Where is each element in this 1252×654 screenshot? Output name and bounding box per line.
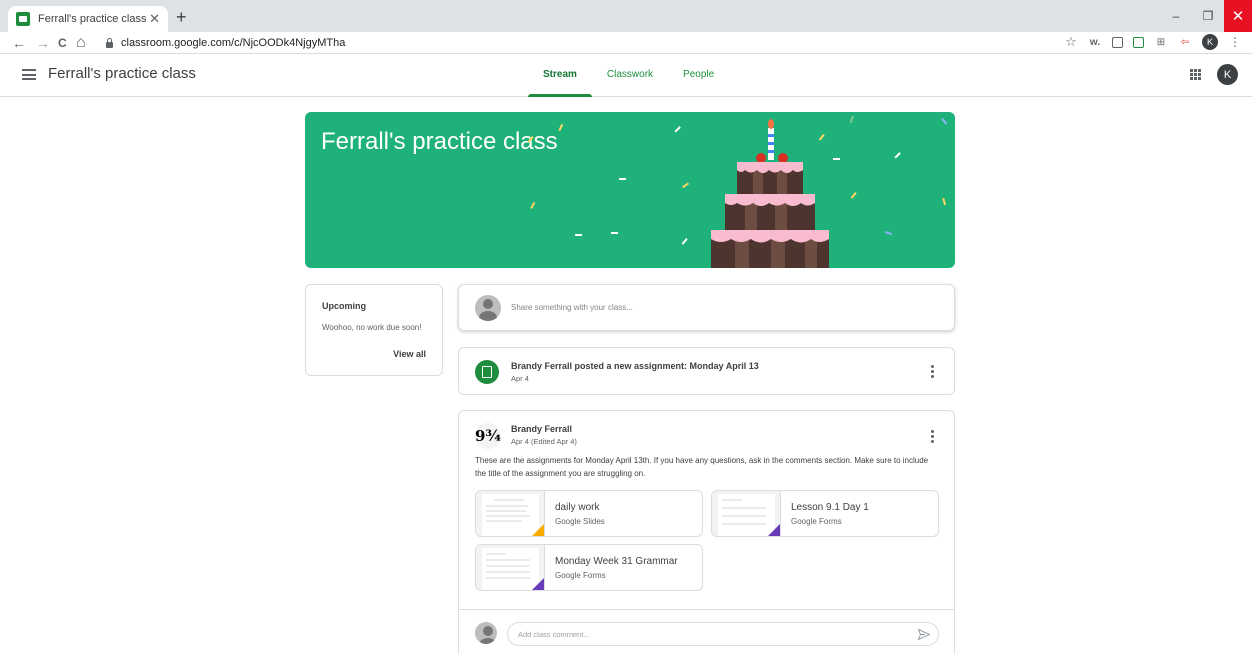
more-options-icon[interactable] — [931, 365, 934, 380]
user-avatar — [475, 295, 501, 321]
assignment-date: Apr 4 — [511, 374, 529, 383]
send-icon[interactable] — [918, 629, 930, 640]
extension-green-icon[interactable] — [1133, 36, 1144, 48]
post-more-options-icon[interactable] — [931, 430, 934, 445]
assignment-title[interactable]: Brandy Ferrall posted a new assignment: … — [511, 361, 759, 371]
browser-toolbar: ← → C ⌂ classroom.google.com/c/NjcOODk4N… — [0, 32, 1252, 54]
browser-tab[interactable]: Ferrall's practice class ✕ — [8, 6, 168, 32]
attachment-title[interactable]: Monday Week 31 Grammar — [555, 556, 678, 567]
slides-corner-icon — [532, 524, 544, 536]
forms-corner-icon — [768, 524, 780, 536]
extension-grid-icon[interactable]: ⊞ — [1154, 37, 1168, 48]
author-avatar: 9¾ — [475, 423, 501, 449]
attachment-type: Google Slides — [555, 517, 605, 526]
share-placeholder[interactable]: Share something with your class... — [511, 303, 633, 312]
address-bar[interactable]: classroom.google.com/c/NjcOODk4NjgyMTha — [98, 34, 1066, 52]
attachment-type: Google Forms — [791, 517, 842, 526]
tab-people[interactable]: People — [668, 55, 729, 97]
comment-placeholder: Add class comment... — [518, 630, 590, 639]
google-apps-icon[interactable] — [1190, 69, 1201, 80]
upcoming-message: Woohoo, no work due soon! — [322, 323, 422, 332]
extension-arrow-icon[interactable]: ⇦ — [1178, 37, 1192, 48]
main-menu-icon[interactable] — [22, 69, 36, 80]
slides-thumbnail — [476, 491, 545, 536]
url-text: classroom.google.com/c/NjcOODk4NjgyMTha — [121, 37, 346, 49]
classroom-favicon-icon — [16, 12, 30, 26]
assignment-icon — [475, 360, 499, 384]
attachment-card[interactable]: daily work Google Slides — [475, 490, 703, 537]
announcement-post: 9¾ Brandy Ferrall Apr 4 (Edited Apr 4) T… — [458, 410, 955, 654]
account-avatar[interactable]: K — [1217, 64, 1238, 85]
class-tabs: Stream Classwork People — [528, 55, 729, 97]
forms-thumbnail — [476, 545, 545, 590]
birthday-cake-illustration — [527, 115, 948, 268]
close-window-button[interactable]: ✕ — [1224, 0, 1252, 32]
tab-stream[interactable]: Stream — [528, 55, 592, 97]
back-button[interactable]: ← — [12, 34, 26, 52]
view-all-link[interactable]: View all — [393, 349, 426, 359]
lock-icon — [106, 37, 113, 48]
new-tab-button[interactable]: + — [176, 8, 187, 26]
home-button[interactable]: ⌂ — [76, 34, 86, 52]
upcoming-title: Upcoming — [322, 301, 366, 311]
attachment-title[interactable]: daily work — [555, 502, 599, 513]
forms-corner-icon — [532, 578, 544, 590]
attachment-card[interactable]: Lesson 9.1 Day 1 Google Forms — [711, 490, 939, 537]
share-box[interactable]: Share something with your class... — [458, 284, 955, 331]
tab-close-icon[interactable]: ✕ — [149, 11, 160, 27]
extension-shield-icon[interactable] — [1112, 36, 1123, 48]
window-controls: – ❐ ✕ — [1160, 0, 1252, 32]
restore-button[interactable]: ❐ — [1192, 0, 1224, 32]
class-banner: Ferrall's practice class — [305, 112, 955, 268]
classroom-header: Ferrall's practice class Stream Classwor… — [0, 55, 1252, 97]
tab-classwork[interactable]: Classwork — [592, 55, 668, 97]
post-body: These are the assignments for Monday Apr… — [475, 456, 929, 478]
browser-profile-avatar[interactable]: K — [1202, 34, 1218, 50]
divider — [459, 609, 954, 610]
attachment-card[interactable]: Monday Week 31 Grammar Google Forms — [475, 544, 703, 591]
forward-button[interactable]: → — [36, 34, 50, 52]
attachment-title[interactable]: Lesson 9.1 Day 1 — [791, 502, 869, 513]
extension-w-icon[interactable]: w. — [1088, 37, 1102, 48]
browser-tabstrip: Ferrall's practice class ✕ + – ❐ ✕ — [0, 0, 1252, 32]
attachment-type: Google Forms — [555, 571, 606, 580]
reload-button[interactable]: C — [58, 34, 67, 52]
bookmark-star-icon[interactable]: ☆ — [1064, 34, 1078, 50]
post-date: Apr 4 (Edited Apr 4) — [511, 437, 577, 446]
forms-thumbnail — [712, 491, 781, 536]
tab-title: Ferrall's practice class — [38, 13, 147, 25]
class-name-title[interactable]: Ferrall's practice class — [48, 65, 196, 82]
upcoming-card: Upcoming Woohoo, no work due soon! View … — [305, 284, 443, 376]
class-comment-input[interactable]: Add class comment... — [507, 622, 939, 646]
commenter-avatar — [475, 622, 497, 644]
extensions-bar: ☆ w. ⊞ ⇦ K ⋮ — [1064, 34, 1242, 50]
post-author: Brandy Ferrall — [511, 424, 573, 434]
browser-menu-icon[interactable]: ⋮ — [1228, 35, 1242, 49]
assignment-notification[interactable]: Brandy Ferrall posted a new assignment: … — [458, 347, 955, 395]
minimize-button[interactable]: – — [1160, 0, 1192, 32]
